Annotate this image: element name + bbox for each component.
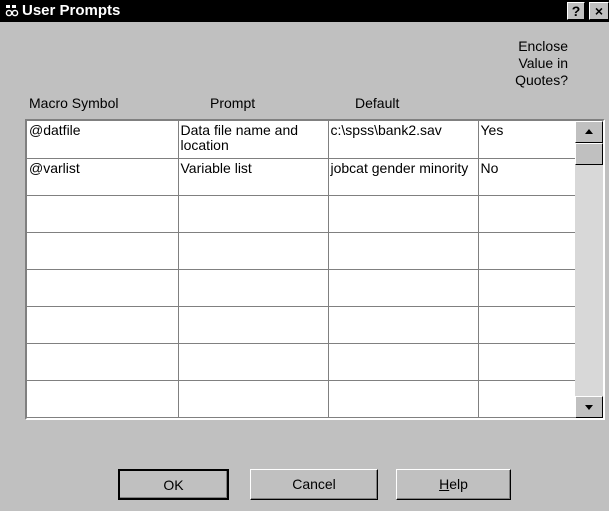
header-enclose-line3: Quotes? xyxy=(515,72,568,88)
table-row[interactable] xyxy=(27,306,578,344)
scroll-down-button[interactable] xyxy=(575,396,603,418)
default-cell[interactable] xyxy=(328,232,479,270)
prompt-cell[interactable] xyxy=(178,232,329,270)
macro-symbol-cell[interactable] xyxy=(27,343,179,381)
spss-dialog-icon xyxy=(5,5,19,17)
scroll-thumb[interactable] xyxy=(575,143,603,165)
table-row[interactable] xyxy=(27,380,578,418)
enclose-cell[interactable] xyxy=(478,343,578,381)
prompt-cell[interactable] xyxy=(178,343,329,381)
header-enclose-line1: Enclose xyxy=(518,38,568,54)
header-macro-symbol: Macro Symbol xyxy=(29,95,119,111)
help-mnemonic: H xyxy=(439,476,450,492)
default-cell[interactable] xyxy=(328,306,479,344)
window-title: User Prompts xyxy=(22,2,121,19)
macro-symbol-cell[interactable] xyxy=(27,380,179,418)
scroll-up-arrow-icon xyxy=(585,129,593,134)
macro-symbol-cell[interactable]: @datfile xyxy=(27,121,179,159)
macro-symbol-cell[interactable] xyxy=(27,232,179,270)
close-button[interactable]: × xyxy=(589,2,609,20)
header-prompt: Prompt xyxy=(210,95,256,111)
table-row[interactable]: @datfile Data file name and location c:\sp… xyxy=(27,121,578,159)
header-enclose-line2: Value in xyxy=(518,55,568,71)
user-prompts-dialog: User Prompts ? × Macro Symbol Prompt Def… xyxy=(0,0,609,511)
prompts-grid[interactable]: @datfile Data file name and location c:\sp… xyxy=(25,119,605,420)
default-cell[interactable] xyxy=(328,269,479,307)
help-label-rest: elp xyxy=(449,476,468,492)
scroll-up-button[interactable] xyxy=(575,121,603,143)
title-bar[interactable]: User Prompts ? × xyxy=(0,0,609,22)
prompt-cell[interactable]: Variable list xyxy=(178,158,329,196)
cancel-button[interactable]: Cancel xyxy=(250,469,378,500)
enclose-cell[interactable] xyxy=(478,195,578,233)
table-row[interactable] xyxy=(27,269,578,307)
prompt-cell[interactable] xyxy=(178,195,329,233)
vertical-scrollbar[interactable] xyxy=(575,121,603,418)
prompts-table: @datfile Data file name and location c:\sp… xyxy=(27,121,578,418)
context-help-button[interactable]: ? xyxy=(567,2,585,20)
enclose-cell[interactable] xyxy=(478,306,578,344)
default-cell[interactable] xyxy=(328,380,479,418)
scroll-down-arrow-icon xyxy=(585,405,593,410)
macro-symbol-cell[interactable] xyxy=(27,306,179,344)
prompt-cell[interactable]: Data file name and location xyxy=(178,121,329,159)
default-cell[interactable] xyxy=(328,195,479,233)
enclose-cell[interactable] xyxy=(478,380,578,418)
table-row[interactable] xyxy=(27,195,578,233)
header-enclose-value: Enclose Value in Quotes? xyxy=(480,38,568,89)
macro-symbol-cell[interactable]: @varlist xyxy=(27,158,179,196)
ok-button[interactable]: OK xyxy=(118,469,229,500)
help-button[interactable]: Help xyxy=(396,469,511,500)
table-row[interactable] xyxy=(27,232,578,270)
enclose-cell[interactable]: No xyxy=(478,158,578,196)
prompt-cell[interactable] xyxy=(178,269,329,307)
table-row[interactable] xyxy=(27,343,578,381)
header-default: Default xyxy=(355,95,400,111)
macro-symbol-cell[interactable] xyxy=(27,195,179,233)
prompt-cell[interactable] xyxy=(178,306,329,344)
enclose-cell[interactable]: Yes xyxy=(478,121,578,159)
macro-symbol-cell[interactable] xyxy=(27,269,179,307)
enclose-cell[interactable] xyxy=(478,232,578,270)
default-cell[interactable]: c:\spss\bank2.sav xyxy=(328,121,479,159)
default-cell[interactable] xyxy=(328,343,479,381)
enclose-cell[interactable] xyxy=(478,269,578,307)
default-cell[interactable]: jobcat gender minority xyxy=(328,158,479,196)
prompt-cell[interactable] xyxy=(178,380,329,418)
table-row[interactable]: @varlist Variable list jobcat gender minor… xyxy=(27,158,578,196)
